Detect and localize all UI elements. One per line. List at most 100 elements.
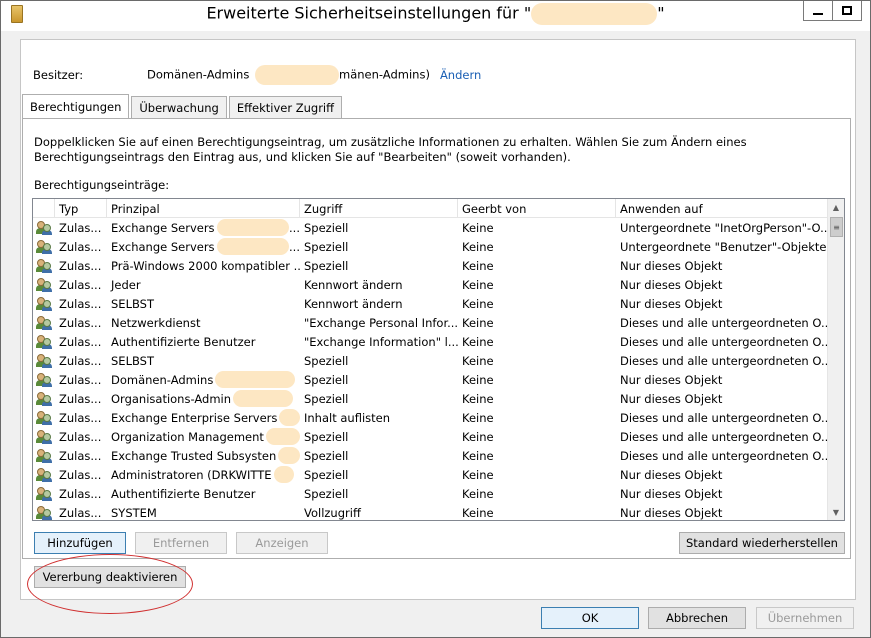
cell-zugriff: "Exchange Information" l... <box>304 334 458 349</box>
cell-geerbt-von: Keine <box>462 467 494 482</box>
permission-entries-label: Berechtigungseinträge: <box>34 178 170 192</box>
users-icon-cell <box>33 484 55 503</box>
view-button[interactable]: Anzeigen <box>236 532 328 554</box>
cell-prinzipal-text: Exchange Trusted Subsysten <box>111 448 277 463</box>
table-row[interactable]: Zulas... SYSTEM Vollzugriff Keine Nur dieses… <box>33 503 828 520</box>
cell-typ: Zulas... <box>59 277 102 292</box>
cell-zugriff: Speziell <box>304 486 349 501</box>
table-row[interactable]: Zulas... Organization Management Speziell K… <box>33 427 828 446</box>
users-icon <box>36 239 52 254</box>
ok-button[interactable]: OK <box>541 607 639 629</box>
cell-zugriff: Speziell <box>304 239 349 254</box>
cell-prinzipal: Jeder <box>107 275 300 294</box>
tab-auditing[interactable]: Überwachung <box>131 96 227 118</box>
list-scrollbar[interactable]: ▲ ≡ ▼ <box>827 199 844 520</box>
redacted-principal <box>273 466 294 483</box>
scroll-thumb[interactable]: ≡ <box>830 217 843 237</box>
users-icon <box>36 410 52 425</box>
column-header-zugriff[interactable]: Zugriff <box>300 199 458 218</box>
cell-anwenden-auf: Dieses und alle untergeordneten O... <box>620 334 828 349</box>
cell-prinzipal: Exchange Servers... <box>107 237 300 256</box>
scroll-up-icon[interactable]: ▲ <box>828 199 844 215</box>
cell-anwenden-auf: Dieses und alle untergeordneten O... <box>620 448 828 463</box>
table-row[interactable]: Zulas... Exchange Trusted Subsysten Spezie… <box>33 446 828 465</box>
redacted-principal <box>216 219 290 236</box>
users-icon <box>36 448 52 463</box>
remove-button[interactable]: Entfernen <box>135 532 227 554</box>
cell-prinzipal: SYSTEM <box>107 503 300 520</box>
users-icon <box>36 296 52 311</box>
cell-anwenden-auf: Dieses und alle untergeordneten O... <box>620 353 828 368</box>
permission-entries-list[interactable]: Typ Prinzipal Zugriff Geerbt von Anwende… <box>32 198 845 521</box>
cell-zugriff: Vollzugriff <box>304 505 361 520</box>
table-row[interactable]: Zulas... Exchange Servers... Speziell Keine… <box>33 218 828 237</box>
maximize-icon <box>842 6 852 15</box>
cell-prinzipal: Netzwerkdienst <box>107 313 300 332</box>
cell-geerbt-von: Keine <box>462 372 494 387</box>
cell-prinzipal-text: Authentifizierte Benutzer <box>111 334 256 349</box>
cell-zugriff: Speziell <box>304 429 349 444</box>
cancel-button[interactable]: Abbrechen <box>648 607 746 629</box>
cell-anwenden-auf: Dieses und alle untergeordneten O... <box>620 429 828 444</box>
table-row[interactable]: Zulas... Authentifizierte Benutzer Speziel… <box>33 484 828 503</box>
cell-zugriff: Speziell <box>304 353 349 368</box>
cell-prinzipal-text: Exchange Servers <box>111 239 215 254</box>
cell-anwenden-auf: Dieses und alle untergeordneten O... <box>620 410 828 425</box>
redacted-principal <box>278 447 300 464</box>
cell-geerbt-von: Keine <box>462 258 494 273</box>
owner-label: Besitzer: <box>33 68 84 82</box>
disable-inheritance-button[interactable]: Vererbung deaktivieren <box>34 566 186 588</box>
cell-zugriff: Speziell <box>304 467 349 482</box>
table-row[interactable]: Zulas... Prä-Windows 2000 kompatibler ...… <box>33 256 828 275</box>
tab-effective-access[interactable]: Effektiver Zugriff <box>228 96 343 118</box>
users-icon-cell <box>33 427 55 446</box>
redacted-object-name <box>531 3 658 25</box>
users-icon <box>36 258 52 273</box>
column-header-typ[interactable]: Typ <box>55 199 107 218</box>
cell-anwenden-auf: Untergeordnete "Benutzer"-Objekte <box>620 239 827 254</box>
table-row[interactable]: Zulas... Exchange Servers... Speziell Keine… <box>33 237 828 256</box>
table-row[interactable]: Zulas... Netzwerkdienst "Exchange Personal… <box>33 313 828 332</box>
restore-defaults-button[interactable]: Standard wiederherstellen <box>679 532 845 554</box>
table-row[interactable]: Zulas... Domänen-Admins Speziell Keine Nur d… <box>33 370 828 389</box>
cell-zugriff: Speziell <box>304 372 349 387</box>
cell-zugriff: Speziell <box>304 448 349 463</box>
table-row[interactable]: Zulas... Exchange Enterprise Servers Inhal… <box>33 408 828 427</box>
cell-prinzipal: Authentifizierte Benutzer <box>107 484 300 503</box>
cell-anwenden-auf: Nur dieses Objekt <box>620 296 723 311</box>
table-row[interactable]: Zulas... Administratoren (DRKWITTE Speziel… <box>33 465 828 484</box>
column-header-icon[interactable] <box>33 199 55 218</box>
change-owner-link[interactable]: Ändern <box>440 68 481 82</box>
table-row[interactable]: Zulas... SELBST Speziell Keine Dieses und al… <box>33 351 828 370</box>
cell-typ: Zulas... <box>59 220 102 235</box>
cell-typ: Zulas... <box>59 315 102 330</box>
table-row[interactable]: Zulas... Jeder Kennwort ändern Keine Nur die… <box>33 275 828 294</box>
redacted-principal <box>279 409 300 426</box>
cell-prinzipal: SELBST <box>107 351 300 370</box>
maximize-button[interactable] <box>832 1 862 21</box>
column-header-geerbt-von[interactable]: Geerbt von <box>458 199 616 218</box>
cell-zugriff: Kennwort ändern <box>304 296 403 311</box>
tab-permissions[interactable]: Berechtigungen <box>22 94 130 118</box>
cell-anwenden-auf: Nur dieses Objekt <box>620 258 723 273</box>
cell-prinzipal: Organization Management <box>107 427 300 446</box>
add-button[interactable]: Hinzufügen <box>34 532 126 554</box>
cell-prinzipal: Prä-Windows 2000 kompatibler ... <box>107 256 300 275</box>
table-row[interactable]: Zulas... Authentifizierte Benutzer "Exchan… <box>33 332 828 351</box>
minimize-button[interactable] <box>803 1 833 21</box>
cell-zugriff: Speziell <box>304 391 349 406</box>
cell-anwenden-auf: Nur dieses Objekt <box>620 372 723 387</box>
column-header-prinzipal[interactable]: Prinzipal <box>107 199 300 218</box>
table-row[interactable]: Zulas... SELBST Kennwort ändern Keine Nur di… <box>33 294 828 313</box>
title-bar[interactable]: Erweiterte Sicherheitseinstellungen für … <box>1 1 870 31</box>
cell-geerbt-von: Keine <box>462 220 494 235</box>
scroll-down-icon[interactable]: ▼ <box>828 504 844 520</box>
cell-prinzipal-text: Administratoren (DRKWITTE <box>111 467 272 482</box>
cell-anwenden-auf: Dieses und alle untergeordneten O... <box>620 315 828 330</box>
list-rows: Zulas... Exchange Servers... Speziell Keine… <box>33 218 828 520</box>
window-title-prefix: Erweiterte Sicherheitseinstellungen für … <box>206 3 532 23</box>
column-header-anwenden-auf[interactable]: Anwenden auf <box>616 199 828 218</box>
table-row[interactable]: Zulas... Organisations-Admin Speziell Keine… <box>33 389 828 408</box>
cell-prinzipal-text: SELBST <box>111 353 154 368</box>
apply-button[interactable]: Übernehmen <box>756 607 854 629</box>
